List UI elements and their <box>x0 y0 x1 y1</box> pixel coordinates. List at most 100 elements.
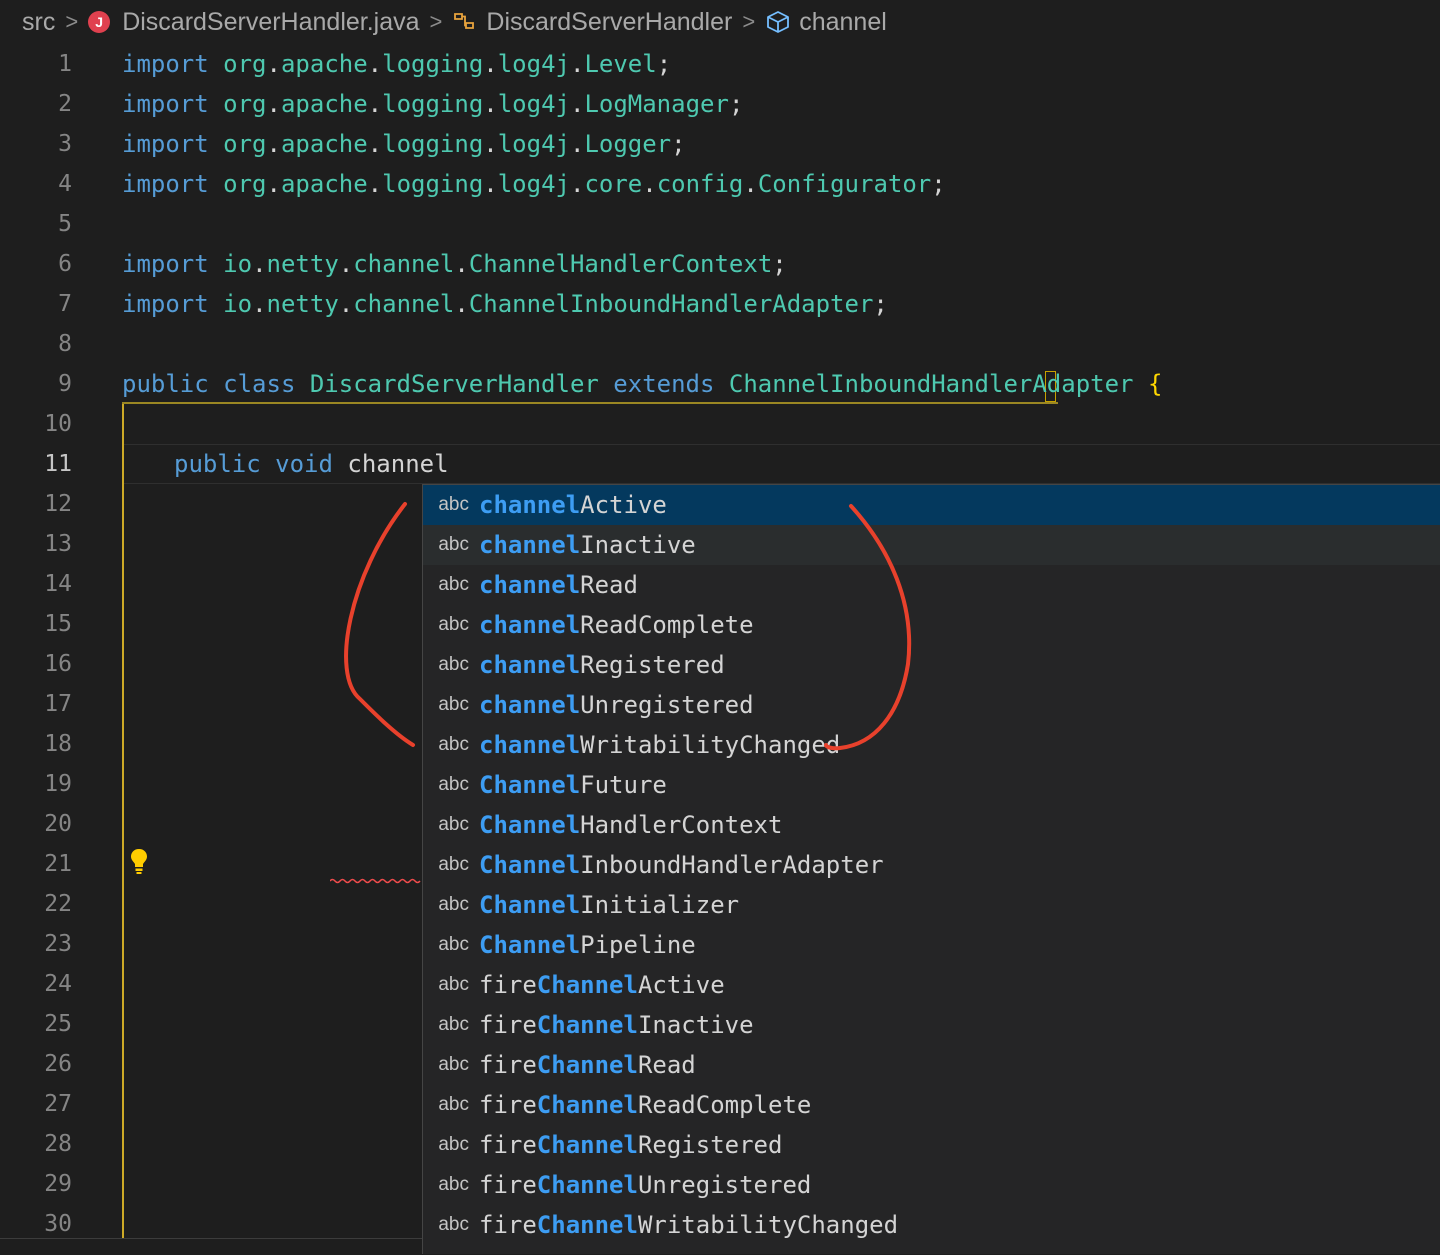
suggestion-item[interactable]: abc channelActive <box>423 485 1440 525</box>
code-line[interactable]: import org.apache.logging.log4j.LogManag… <box>0 84 1440 124</box>
line-number: 15 <box>44 611 72 637</box>
code-text: import org.apache.logging.log4j.Logger; <box>122 130 686 158</box>
code-text: import org.apache.logging.log4j.core.con… <box>122 170 946 198</box>
code-text: public void channel <box>174 450 449 478</box>
line-number: 20 <box>44 811 72 837</box>
typed-identifier: channel <box>347 450 449 478</box>
breadcrumb-class[interactable]: DiscardServerHandler <box>452 8 732 37</box>
line-number-row: 22 <box>0 884 100 924</box>
line-number-row: 5 <box>0 204 100 244</box>
line-number-row: 10 <box>0 404 100 444</box>
suggestion-match: Channel <box>536 1131 638 1159</box>
suggestion-item[interactable]: abc ChannelInboundHandlerAdapter <box>423 845 1440 885</box>
suggestion-item[interactable]: abc fireChannelUnregistered <box>423 1165 1440 1205</box>
text-kind-icon: abc <box>438 774 469 795</box>
code-line-current[interactable]: public void channel <box>0 444 1440 884</box>
line-number-row: 27 <box>0 1084 100 1124</box>
chevron-right-icon: > <box>65 9 79 34</box>
suggestion-item[interactable]: abc channelInactive <box>423 525 1440 565</box>
breadcrumb-file[interactable]: J DiscardServerHandler.java <box>88 8 420 37</box>
breadcrumb-symbol[interactable]: channel <box>765 8 887 37</box>
code-line[interactable]: import io.netty.channel.ChannelInboundHa… <box>0 284 1440 324</box>
code-line[interactable]: import org.apache.logging.log4j.Logger; <box>0 124 1440 164</box>
suggestion-suffix: InboundHandlerAdapter <box>580 851 884 879</box>
suggestion-prefix: fire <box>479 1051 537 1079</box>
suggestion-label: fireChannelUnregistered <box>479 1171 811 1199</box>
suggestion-prefix: fire <box>479 1171 537 1199</box>
suggestion-item[interactable]: abc channelRegistered <box>423 645 1440 685</box>
suggestion-label: fireChannelRead <box>479 1051 696 1079</box>
suggestion-item[interactable]: abc ChannelFuture <box>423 765 1440 805</box>
code-line[interactable]: import org.apache.logging.log4j.Level; <box>0 44 1440 84</box>
suggestion-label: ChannelInboundHandlerAdapter <box>479 851 884 879</box>
code-line[interactable]: import org.apache.logging.log4j.core.con… <box>0 164 1440 204</box>
line-number: 21 <box>44 851 72 877</box>
line-number: 17 <box>44 691 72 717</box>
suggestion-item[interactable]: abc fireChannelWritabilityChanged <box>423 1205 1440 1245</box>
line-number: 29 <box>44 1171 72 1197</box>
suggestion-match: Channel <box>479 811 581 839</box>
suggestion-match: channel <box>479 571 581 599</box>
line-number: 14 <box>44 571 72 597</box>
suggestion-item[interactable]: abc ChannelHandlerContext <box>423 805 1440 845</box>
suggestion-item[interactable]: abc ChannelPipeline <box>423 925 1440 965</box>
suggestion-item[interactable]: abc channelUnregistered <box>423 685 1440 725</box>
suggestion-item[interactable]: abc fireChannelActive <box>423 965 1440 1005</box>
line-number: 19 <box>44 771 72 797</box>
line-number: 8 <box>58 331 72 357</box>
suggestion-item[interactable]: abc fireChannelRead <box>423 1045 1440 1085</box>
line-number: 18 <box>44 731 72 757</box>
text-kind-icon: abc <box>438 734 469 755</box>
suggestion-item[interactable]: abc fireChannelReadComplete <box>423 1085 1440 1125</box>
suggestion-item[interactable]: abc fireChannelRegistered <box>423 1125 1440 1165</box>
line-number: 30 <box>44 1211 72 1237</box>
line-number: 25 <box>44 1011 72 1037</box>
chevron-right-icon: > <box>429 9 443 34</box>
line-number-row: 24 <box>0 964 100 1004</box>
text-kind-icon: abc <box>438 854 469 875</box>
text-kind-icon: abc <box>438 934 469 955</box>
suggestion-match: Channel <box>479 931 581 959</box>
suggestion-match: Channel <box>536 1011 638 1039</box>
code-editor[interactable]: 1 2 3 4 5 6 7 8 9 10 11 12 13 14 15 16 17 18 19 20 21 22 23 24 2… <box>0 44 1440 1254</box>
suggestion-label: channelRead <box>479 571 638 599</box>
suggestion-item[interactable]: abc channelRead <box>423 565 1440 605</box>
suggestion-item[interactable]: abc ChannelInitializer <box>423 885 1440 925</box>
suggestion-suffix: Registered <box>580 651 725 679</box>
text-kind-icon: abc <box>438 574 469 595</box>
horizontal-scrollbar[interactable] <box>0 1238 422 1255</box>
breadcrumb: src > J DiscardServerHandler.java > Disc… <box>0 0 1440 44</box>
text-kind-icon: abc <box>438 614 469 635</box>
suggestion-label: ChannelHandlerContext <box>479 811 782 839</box>
line-number: 23 <box>44 931 72 957</box>
line-number-row: 25 <box>0 1004 100 1044</box>
text-kind-icon: abc <box>438 494 469 515</box>
line-number-row: 20 <box>0 804 100 844</box>
suggestion-item[interactable]: abc fireChannelInactive <box>423 1005 1440 1045</box>
suggestion-match: channel <box>479 531 581 559</box>
suggestion-item[interactable]: abc channelWritabilityChanged <box>423 725 1440 765</box>
suggestion-label: channelReadComplete <box>479 611 754 639</box>
suggestion-match: Channel <box>536 1051 638 1079</box>
suggestion-suffix: WritabilityChanged <box>580 731 841 759</box>
lightbulb-icon[interactable] <box>128 846 150 876</box>
code-line[interactable]: import io.netty.channel.ChannelHandlerCo… <box>0 244 1440 284</box>
suggestion-label: channelInactive <box>479 531 696 559</box>
suggestion-suffix: Unregistered <box>580 691 754 719</box>
suggestion-suffix: Read <box>637 1051 696 1079</box>
line-number-row: 28 <box>0 1124 100 1164</box>
suggestion-label: fireChannelReadComplete <box>479 1091 811 1119</box>
line-number: 26 <box>44 1051 72 1077</box>
suggestion-label: fireChannelWritabilityChanged <box>479 1211 898 1239</box>
breadcrumb-folder[interactable]: src <box>22 8 55 37</box>
suggestion-match: channel <box>479 491 581 519</box>
suggestion-match: channel <box>479 651 581 679</box>
text-kind-icon: abc <box>438 654 469 675</box>
suggestion-suffix: ReadComplete <box>637 1091 812 1119</box>
suggestion-suffix: HandlerContext <box>580 811 783 839</box>
autocomplete-suggest-widget[interactable]: abc channelActive abc channelInactive abc cha… <box>422 484 1440 1254</box>
code-line[interactable]: public class DiscardServerHandler extend… <box>0 364 1440 404</box>
breadcrumb-folder-label: src <box>22 7 56 36</box>
indent-guide <box>122 404 124 1240</box>
suggestion-item[interactable]: abc channelReadComplete <box>423 605 1440 645</box>
